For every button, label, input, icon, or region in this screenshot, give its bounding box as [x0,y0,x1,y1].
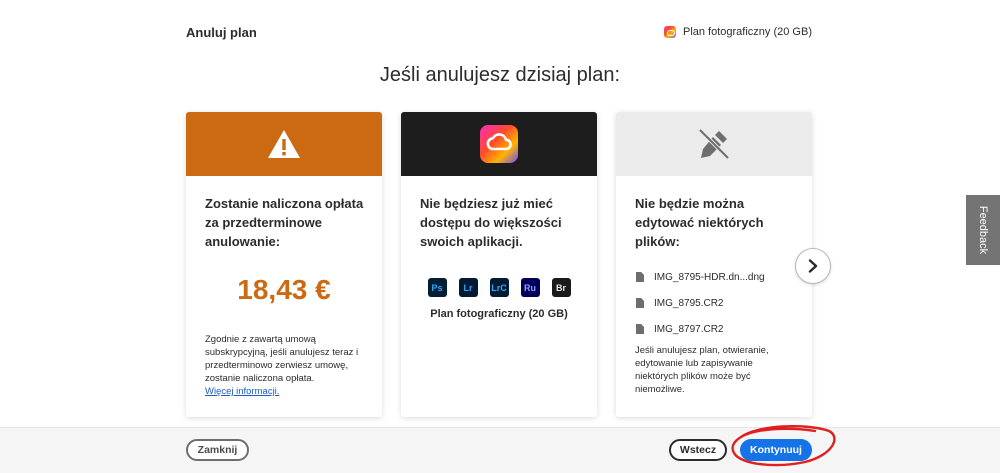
dialog-title: Anuluj plan [186,25,257,40]
early-cancellation-fee-card: Zostanie naliczona opłata za przedtermin… [186,112,382,417]
card-header [401,112,597,176]
plan-badge: Plan fotograficzny (20 GB) [663,26,812,38]
lightroom-icon: Lr [458,278,478,297]
file-icon [636,298,644,308]
card-title: Nie będziesz już mieć dostępu do większo… [420,196,562,249]
chevron-right-icon [808,259,818,273]
file-name: IMG_8795.CR2 [654,297,724,309]
card-note: Jeśli anulujesz plan, otwieranie, edytow… [635,345,769,395]
plan-name: Plan fotograficzny (20 GB) [430,308,568,320]
card-title: Zostanie naliczona opłata za przedtermin… [205,196,364,249]
list-item: IMG_8795-HDR.dn...dng [636,264,765,290]
back-button[interactable]: Wstecz [669,439,727,461]
feedback-tab[interactable]: Feedback [966,195,1000,265]
card-header [616,112,812,176]
bridge-icon: Br [551,278,571,297]
file-icon [636,272,644,282]
card-note-text: Zgodnie z zawartą umową subskrypcyjną, j… [205,334,359,384]
next-card-button[interactable] [795,248,831,284]
fee-amount: 18,43 € [237,274,331,305]
file-editing-card: Nie będzie można edytować niektórych pli… [616,112,812,417]
edit-disabled-icon [698,128,730,160]
card-header [186,112,382,176]
card-title: Nie będzie można edytować niektórych pli… [635,196,764,249]
card-note: Zgodnie z zawartą umową subskrypcyjną, j… [205,333,366,398]
warning-icon [268,130,300,158]
feedback-label: Feedback [977,205,989,255]
page-heading: Jeśli anulujesz dzisiaj plan: [379,64,621,86]
app-access-card: Nie będziesz już mieć dostępu do większo… [401,112,597,417]
file-list: IMG_8795-HDR.dn...dng IMG_8795.CR2 IMG_8… [636,264,765,342]
list-item: IMG_8795.CR2 [636,290,765,316]
plan-badge-label: Plan fotograficzny (20 GB) [682,26,812,38]
creative-cloud-icon [663,26,676,38]
creative-cloud-icon [480,125,518,163]
list-item: IMG_8797.CR2 [636,316,765,342]
photoshop-icon: Ps [427,278,447,297]
continue-button[interactable]: Kontynuuj [740,439,812,461]
file-name: IMG_8795-HDR.dn...dng [654,271,765,283]
lightroom-classic-icon: LrC [489,278,509,297]
file-name: IMG_8797.CR2 [654,323,724,335]
premiere-rush-icon: Ru [520,278,540,297]
dialog-footer: Zamknij Wstecz Kontynuuj [0,427,1000,473]
more-info-link[interactable]: Więcej informacji. [205,385,366,398]
app-list: Ps Lr LrC Ru Br [401,278,597,297]
close-button[interactable]: Zamknij [186,439,249,461]
file-icon [636,324,644,334]
